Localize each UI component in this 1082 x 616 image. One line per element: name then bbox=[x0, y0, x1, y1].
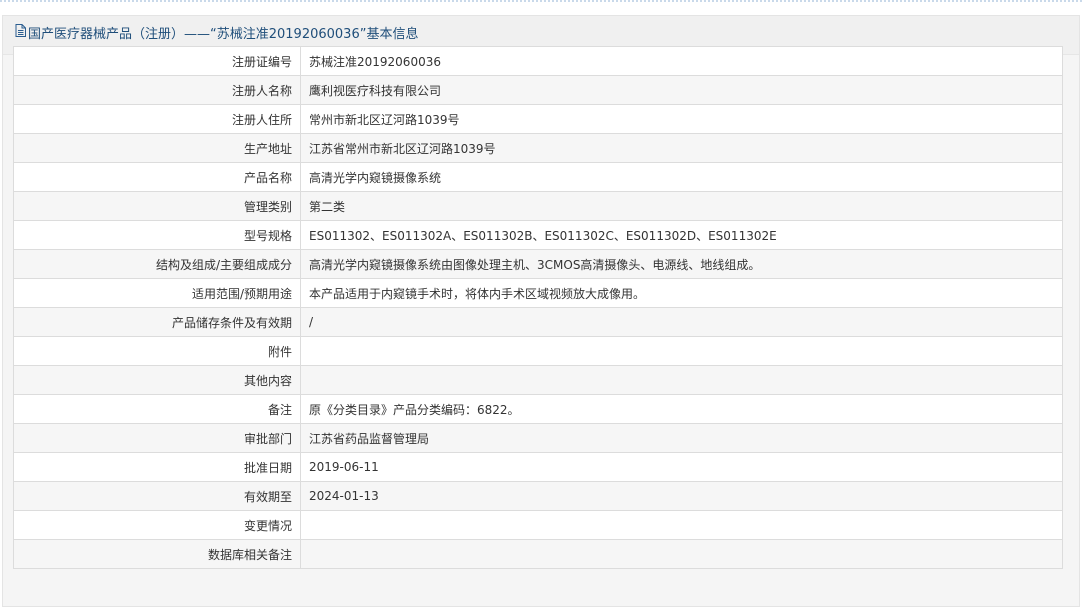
page-title: 国产医疗器械产品（注册）——“苏械注准20192060036”基本信息 bbox=[28, 27, 419, 42]
content-area: 注册证编号 苏械注准20192060036 注册人名称 鹰利视医疗科技有限公司 注册… bbox=[13, 46, 1063, 569]
row-label: 有效期至 bbox=[13, 481, 301, 511]
table-row: 注册证编号 苏械注准20192060036 bbox=[13, 46, 1063, 76]
row-label: 变更情况 bbox=[13, 510, 301, 540]
row-value bbox=[300, 539, 1063, 569]
table-row: 生产地址 江苏省常州市新北区辽河路1039号 bbox=[13, 133, 1063, 163]
row-value: 2024-01-13 bbox=[300, 481, 1063, 511]
row-label: 其他内容 bbox=[13, 365, 301, 395]
row-value bbox=[300, 510, 1063, 540]
row-label: 注册人名称 bbox=[13, 75, 301, 105]
row-label: 型号规格 bbox=[13, 220, 301, 250]
row-value: 江苏省常州市新北区辽河路1039号 bbox=[300, 133, 1063, 163]
table-row: 变更情况 bbox=[13, 510, 1063, 540]
row-label: 附件 bbox=[13, 336, 301, 366]
row-label: 适用范围/预期用途 bbox=[13, 278, 301, 308]
row-label: 注册人住所 bbox=[13, 104, 301, 134]
table-row: 产品储存条件及有效期 / bbox=[13, 307, 1063, 337]
info-table: 注册证编号 苏械注准20192060036 注册人名称 鹰利视医疗科技有限公司 注册… bbox=[13, 46, 1063, 569]
table-row: 附件 bbox=[13, 336, 1063, 366]
row-value: 原《分类目录》产品分类编码：6822。 bbox=[300, 394, 1063, 424]
table-row: 审批部门 江苏省药品监督管理局 bbox=[13, 423, 1063, 453]
table-row: 注册人住所 常州市新北区辽河路1039号 bbox=[13, 104, 1063, 134]
row-value: 高清光学内窥镜摄像系统 bbox=[300, 162, 1063, 192]
table-row: 管理类别 第二类 bbox=[13, 191, 1063, 221]
row-value bbox=[300, 336, 1063, 366]
table-row: 适用范围/预期用途 本产品适用于内窥镜手术时，将体内手术区域视频放大成像用。 bbox=[13, 278, 1063, 308]
row-label: 批准日期 bbox=[13, 452, 301, 482]
row-value bbox=[300, 365, 1063, 395]
row-label: 生产地址 bbox=[13, 133, 301, 163]
row-value: 苏械注准20192060036 bbox=[300, 46, 1063, 76]
row-value: 常州市新北区辽河路1039号 bbox=[300, 104, 1063, 134]
table-row: 批准日期 2019-06-11 bbox=[13, 452, 1063, 482]
row-value: ES011302、ES011302A、ES011302B、ES011302C、E… bbox=[300, 220, 1063, 250]
table-row: 产品名称 高清光学内窥镜摄像系统 bbox=[13, 162, 1063, 192]
row-label: 产品名称 bbox=[13, 162, 301, 192]
row-label: 审批部门 bbox=[13, 423, 301, 453]
row-label: 管理类别 bbox=[13, 191, 301, 221]
table-row: 备注 原《分类目录》产品分类编码：6822。 bbox=[13, 394, 1063, 424]
top-dotted-rule bbox=[0, 0, 1082, 5]
row-label: 数据库相关备注 bbox=[13, 539, 301, 569]
row-label: 结构及组成/主要组成成分 bbox=[13, 249, 301, 279]
table-row: 结构及组成/主要组成成分 高清光学内窥镜摄像系统由图像处理主机、3CMOS高清摄像… bbox=[13, 249, 1063, 279]
table-row: 注册人名称 鹰利视医疗科技有限公司 bbox=[13, 75, 1063, 105]
table-row: 有效期至 2024-01-13 bbox=[13, 481, 1063, 511]
row-value: / bbox=[300, 307, 1063, 337]
row-value: 2019-06-11 bbox=[300, 452, 1063, 482]
table-row: 数据库相关备注 bbox=[13, 539, 1063, 569]
row-value: 第二类 bbox=[300, 191, 1063, 221]
row-value: 江苏省药品监督管理局 bbox=[300, 423, 1063, 453]
row-label: 备注 bbox=[13, 394, 301, 424]
table-row: 型号规格 ES011302、ES011302A、ES011302B、ES01130… bbox=[13, 220, 1063, 250]
table-row: 其他内容 bbox=[13, 365, 1063, 395]
row-value: 本产品适用于内窥镜手术时，将体内手术区域视频放大成像用。 bbox=[300, 278, 1063, 308]
row-value: 鹰利视医疗科技有限公司 bbox=[300, 75, 1063, 105]
row-value: 高清光学内窥镜摄像系统由图像处理主机、3CMOS高清摄像头、电源线、地线组成。 bbox=[300, 249, 1063, 279]
row-label: 注册证编号 bbox=[13, 46, 301, 76]
row-label: 产品储存条件及有效期 bbox=[13, 307, 301, 337]
